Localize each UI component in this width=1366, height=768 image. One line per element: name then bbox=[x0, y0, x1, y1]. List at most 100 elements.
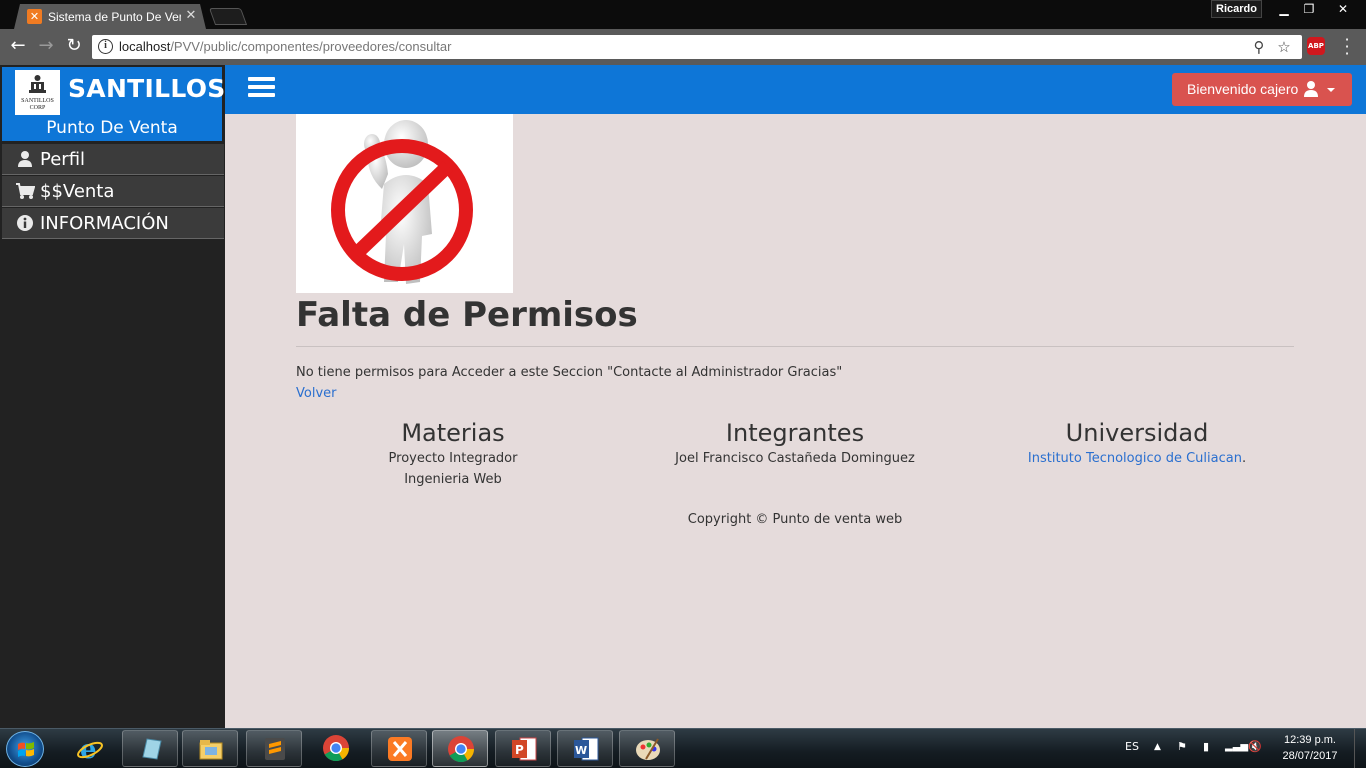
zoom-icon[interactable]: ⚲ bbox=[1249, 37, 1269, 57]
logo-text: SANTILLOS CORP bbox=[15, 98, 60, 112]
taskbar-ie[interactable]: e bbox=[62, 730, 118, 767]
logo-name: SANTILLOS bbox=[21, 98, 54, 104]
sidebar-item-label: $$Venta bbox=[40, 181, 115, 202]
user-menu-button[interactable]: Bienvenido cajero bbox=[1172, 73, 1352, 106]
window-close-icon[interactable]: ✕ bbox=[1326, 0, 1360, 18]
copyright: Copyright © Punto de venta web bbox=[687, 512, 903, 527]
ie-icon: e bbox=[77, 735, 103, 762]
hamburger-menu-icon[interactable] bbox=[248, 77, 275, 98]
url-host: localhost bbox=[119, 39, 171, 54]
chrome-icon bbox=[323, 735, 350, 762]
logo-subtext: CORP bbox=[29, 105, 46, 111]
taskbar: e P W ES ▲ ⚑ ▮ ▂▃▅ 🔇 12:39 p.m. 28/07/20… bbox=[0, 728, 1366, 768]
cart-icon bbox=[15, 182, 36, 202]
page-title: Falta de Permisos bbox=[296, 295, 638, 335]
taskbar-explorer[interactable] bbox=[182, 730, 238, 767]
browser-toolbar: ← → ↻ i localhost/PVV/public/componentes… bbox=[0, 29, 1366, 65]
svg-text:P: P bbox=[515, 743, 524, 757]
user-menu-label: Bienvenido cajero bbox=[1187, 81, 1299, 97]
taskbar-chrome[interactable] bbox=[308, 730, 364, 767]
show-desktop-button[interactable] bbox=[1354, 729, 1366, 768]
browser-tab[interactable]: ✕ Sistema de Punto De Venta ✕ bbox=[14, 4, 206, 29]
xampp-icon bbox=[388, 737, 412, 761]
powerpoint-icon: P bbox=[512, 737, 537, 761]
svg-text:W: W bbox=[575, 744, 587, 757]
volume-muted-icon[interactable]: 🔇 bbox=[1248, 739, 1262, 755]
info-icon[interactable]: i bbox=[98, 39, 113, 54]
university-link[interactable]: Instituto Tecnologico de Culiacan bbox=[1028, 451, 1242, 466]
action-center-flag-icon[interactable]: ⚑ bbox=[1177, 739, 1187, 755]
app-icon bbox=[142, 738, 162, 760]
reload-icon[interactable]: ↻ bbox=[63, 35, 85, 57]
word-icon: W bbox=[574, 737, 599, 761]
footer-text: Joel Francisco Castañeda Dominguez bbox=[675, 451, 915, 466]
taskbar-app[interactable] bbox=[122, 730, 178, 767]
sidebar-item-venta[interactable]: $$Venta bbox=[2, 176, 224, 207]
footer-universidad: Universidad Instituto Tecnologico de Cul… bbox=[987, 418, 1287, 469]
footer-heading: Materias bbox=[401, 419, 505, 447]
restore-icon[interactable]: ❐ bbox=[1296, 0, 1322, 18]
crown-icon bbox=[29, 75, 46, 93]
clock-time: 12:39 p.m. bbox=[1284, 734, 1336, 746]
footer-materias: Materias Proyecto Integrador Ingenieria … bbox=[303, 418, 603, 490]
footer-text: Ingenieria Web bbox=[404, 472, 502, 487]
permission-message: No tiene permisos para Acceder a este Se… bbox=[296, 365, 843, 380]
clock-date: 28/07/2017 bbox=[1282, 750, 1338, 762]
taskbar-chrome-active[interactable] bbox=[432, 730, 488, 767]
info-icon bbox=[15, 214, 35, 234]
back-arrow-icon[interactable]: ← bbox=[7, 35, 29, 57]
footer-heading: Universidad bbox=[1065, 419, 1209, 447]
url-text: localhost/PVV/public/componentes/proveed… bbox=[119, 38, 451, 56]
top-navbar: Bienvenido cajero bbox=[225, 65, 1366, 114]
sidebar: SANTILLOS CORP SANTILLOS Punto De Venta P… bbox=[0, 65, 225, 728]
network-signal-icon[interactable]: ▂▃▅ bbox=[1225, 739, 1248, 755]
windows-logo-icon bbox=[18, 742, 34, 757]
language-indicator[interactable]: ES bbox=[1125, 739, 1139, 755]
back-link[interactable]: Volver bbox=[296, 385, 337, 403]
page-viewport: SANTILLOS CORP SANTILLOS Punto De Venta P… bbox=[0, 65, 1366, 728]
new-tab-button[interactable] bbox=[208, 8, 248, 25]
taskbar-sublime[interactable] bbox=[246, 730, 302, 767]
adblock-icon[interactable]: ABP bbox=[1307, 37, 1325, 55]
sublime-icon bbox=[265, 738, 285, 760]
footer-text: Instituto Tecnologico de Culiacan. bbox=[987, 448, 1287, 469]
bookmark-star-icon[interactable]: ☆ bbox=[1274, 37, 1294, 57]
clock[interactable]: 12:39 p.m. 28/07/2017 bbox=[1272, 732, 1348, 764]
footer-integrantes: Integrantes Joel Francisco Castañeda Dom… bbox=[645, 418, 945, 469]
brand-header[interactable]: SANTILLOS CORP SANTILLOS Punto De Venta bbox=[2, 67, 225, 141]
footer-heading: Integrantes bbox=[725, 419, 865, 447]
sidebar-item-informacion[interactable]: INFORMACIÓN bbox=[2, 208, 224, 239]
menu-icon[interactable]: · · · bbox=[1340, 32, 1354, 62]
explorer-icon bbox=[199, 740, 223, 760]
taskbar-word[interactable]: W bbox=[557, 730, 613, 767]
show-hidden-icons-icon[interactable]: ▲ bbox=[1154, 739, 1161, 755]
sidebar-item-perfil[interactable]: Perfil bbox=[2, 144, 224, 175]
brand-name: SANTILLOS bbox=[68, 74, 226, 103]
taskbar-paint[interactable] bbox=[619, 730, 675, 767]
address-bar[interactable]: i localhost/PVV/public/componentes/prove… bbox=[92, 35, 1302, 59]
footer-suffix: . bbox=[1241, 451, 1247, 466]
profile-button[interactable]: Ricardo bbox=[1211, 0, 1262, 18]
browser-tab-strip: ✕ Sistema de Punto De Venta ✕ Ricardo ▁ … bbox=[0, 0, 1366, 29]
chrome-icon bbox=[448, 736, 475, 763]
chevron-down-icon bbox=[1327, 88, 1335, 92]
divider bbox=[296, 346, 1294, 347]
paint-icon bbox=[636, 738, 660, 760]
forbidden-image bbox=[296, 114, 513, 293]
sidebar-item-label: INFORMACIÓN bbox=[40, 213, 169, 234]
user-icon bbox=[1304, 81, 1318, 97]
forward-arrow-icon[interactable]: → bbox=[35, 35, 57, 57]
logo: SANTILLOS CORP bbox=[15, 70, 60, 115]
brand-subtitle: Punto De Venta bbox=[46, 118, 178, 138]
footer-text: Proyecto Integrador bbox=[388, 451, 518, 466]
user-icon bbox=[15, 150, 35, 170]
close-icon[interactable]: ✕ bbox=[184, 8, 198, 24]
tab-title: Sistema de Punto De Venta bbox=[48, 10, 181, 24]
taskbar-xampp[interactable] bbox=[371, 730, 427, 767]
xampp-icon: ✕ bbox=[27, 9, 42, 24]
sidebar-item-label: Perfil bbox=[40, 149, 86, 170]
start-button[interactable] bbox=[6, 731, 44, 767]
minimize-icon[interactable]: ▁ bbox=[1271, 0, 1297, 18]
battery-icon[interactable]: ▮ bbox=[1203, 739, 1209, 755]
taskbar-powerpoint[interactable]: P bbox=[495, 730, 551, 767]
